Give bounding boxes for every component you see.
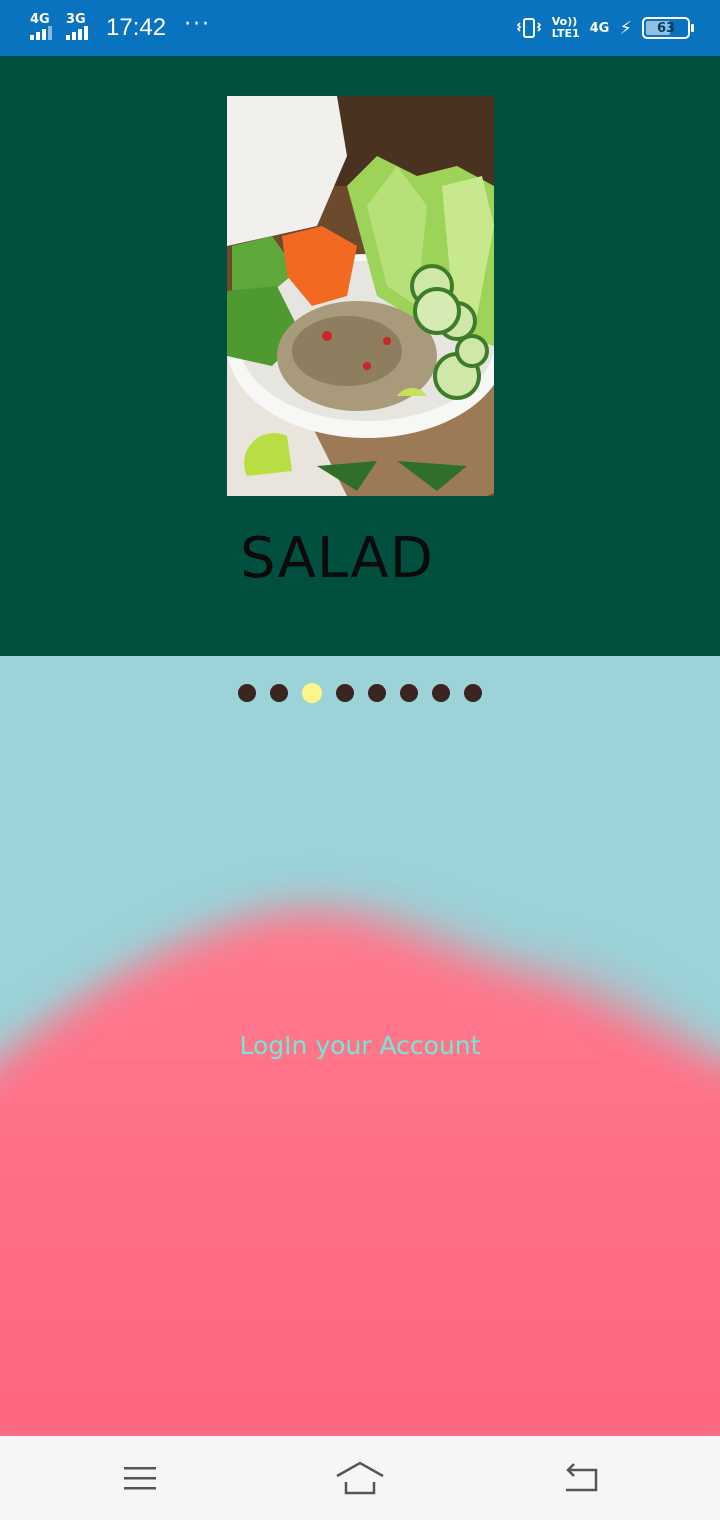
page-dot[interactable] (432, 684, 450, 702)
signal-bars-icon (66, 26, 88, 40)
network-4g-label: 4G (30, 12, 50, 27)
page-dot[interactable] (302, 683, 322, 703)
volte-indicator: Vo)) LTE1 (552, 16, 580, 40)
home-button[interactable] (335, 1456, 385, 1500)
vibrate-icon (516, 18, 541, 38)
navigation-bar (0, 1436, 720, 1520)
back-icon (566, 1463, 598, 1492)
page-dot[interactable] (368, 684, 386, 702)
page-indicator (0, 683, 720, 703)
menu-button[interactable] (115, 1456, 165, 1500)
menu-icon (124, 1467, 156, 1490)
page-dot[interactable] (400, 684, 418, 702)
lte-label: LTE1 (551, 27, 580, 40)
network-4g-second-label: 4G (589, 20, 610, 36)
salad-image (227, 96, 494, 496)
network-3g-indicator: 3G (66, 12, 96, 42)
home-icon (336, 1461, 384, 1495)
battery-icon: 63 (642, 17, 694, 39)
hero-section: SALAD (0, 56, 720, 656)
hero-title: SALAD (240, 526, 434, 591)
page-dot[interactable] (336, 684, 354, 702)
page-dot[interactable] (270, 684, 288, 702)
status-time: 17:42 (106, 14, 167, 41)
salad-bowl-photo-icon (227, 96, 494, 496)
status-left: 4G 3G 17:42 ··· (30, 12, 211, 44)
status-bar: 4G 3G 17:42 ··· Vo)) LTE1 4G ⚡ 63 (0, 0, 720, 56)
charging-icon: ⚡ (619, 17, 632, 39)
page-dot[interactable] (238, 684, 256, 702)
login-account-link[interactable]: LogIn your Account (0, 1031, 720, 1060)
login-background: LogIn your Account (0, 656, 720, 1436)
page-dot[interactable] (464, 684, 482, 702)
signal-bars-icon (30, 26, 52, 40)
more-notifications-icon: ··· (184, 11, 212, 37)
back-button[interactable] (555, 1456, 605, 1500)
battery-level: 63 (656, 20, 676, 36)
network-3g-label: 3G (66, 12, 86, 27)
network-4g-indicator: 4G (30, 12, 60, 42)
status-right: Vo)) LTE1 4G ⚡ 63 (516, 12, 694, 44)
